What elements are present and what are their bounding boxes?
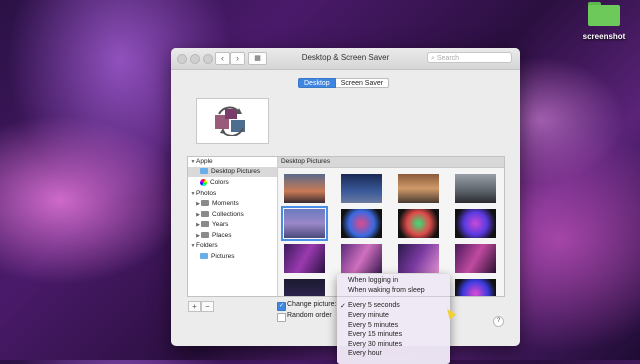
checkmark-icon: ✓	[340, 303, 346, 310]
menu-item-every-30-minutes[interactable]: Every 30 minutes	[348, 340, 402, 349]
sidebar-item-label: Collections	[212, 211, 244, 218]
wallpaper-thumbnail[interactable]	[398, 209, 439, 238]
sidebar-item-label: Folders	[196, 242, 218, 249]
menu-item-every-15-minutes[interactable]: Every 15 minutes	[348, 330, 402, 339]
desktop-folder-label: screenshot	[582, 32, 626, 41]
add-folder-button[interactable]: +	[188, 301, 201, 312]
desktop-preview	[196, 98, 269, 144]
random-order-checkbox[interactable]	[277, 313, 286, 322]
wallpaper-thumbnail[interactable]	[455, 279, 496, 296]
menu-item-every-hour[interactable]: Every hour	[348, 349, 382, 358]
sidebar-item-colors[interactable]: Colors	[200, 178, 229, 188]
sidebar-item-label: Apple	[196, 158, 213, 165]
album-icon	[201, 221, 209, 228]
sidebar-item-apple[interactable]: ▼Apple	[190, 157, 213, 167]
sidebar-item-collections[interactable]: ▶ Collections	[195, 210, 244, 220]
rotating-pictures-icon	[215, 106, 245, 136]
sidebar-item-folders[interactable]: ▼Folders	[190, 241, 218, 251]
sidebar-item-years[interactable]: ▶ Years	[195, 220, 228, 230]
sidebar-item-moments[interactable]: ▶ Moments	[195, 199, 239, 209]
folder-icon	[588, 2, 620, 26]
album-icon	[201, 232, 209, 239]
wallpaper-thumbnail[interactable]	[341, 209, 382, 238]
source-sidebar: ▼Apple Desktop Pictures Colors ▼Photos ▶…	[188, 157, 278, 296]
menu-item-every-minute[interactable]: Every minute	[348, 311, 389, 320]
change-picture-checkbox[interactable]: ✓	[277, 302, 286, 311]
sidebar-item-label: Photos	[196, 190, 217, 197]
source-buttons: + −	[188, 301, 214, 312]
album-icon	[201, 211, 209, 218]
desktop-folder[interactable]: screenshot	[578, 0, 630, 41]
sidebar-item-pictures[interactable]: Pictures	[200, 252, 234, 262]
sidebar-item-label: Years	[212, 221, 229, 228]
change-picture-label: Change picture:	[287, 301, 337, 308]
menu-item-every-5-minutes[interactable]: Every 5 minutes	[348, 321, 398, 330]
sidebar-item-places[interactable]: ▶ Places	[195, 231, 232, 241]
grid-header: Desktop Pictures	[278, 157, 504, 168]
wallpaper-thumbnail[interactable]	[455, 174, 496, 203]
wallpaper-thumbnail[interactable]	[341, 174, 382, 203]
wallpaper-thumbnail[interactable]	[455, 209, 496, 238]
wallpaper-thumbnail[interactable]	[398, 244, 439, 273]
interval-dropdown-menu: When logging in When waking from sleep ✓…	[337, 274, 450, 364]
wallpaper-thumbnail[interactable]	[341, 244, 382, 273]
album-icon	[201, 200, 209, 207]
menu-item-waking[interactable]: When waking from sleep	[348, 286, 425, 295]
color-wheel-icon	[200, 178, 207, 186]
sidebar-item-label: Pictures	[211, 253, 235, 260]
title-bar: ‹ › ▦ Desktop & Screen Saver ⌕ Search	[171, 48, 520, 70]
sidebar-item-photos[interactable]: ▼Photos	[190, 189, 217, 199]
help-button[interactable]: ?	[493, 316, 504, 327]
wallpaper-thumbnail[interactable]	[284, 174, 325, 203]
folder-icon	[200, 253, 208, 260]
sidebar-item-label: Colors	[210, 179, 229, 186]
wallpaper-thumbnail[interactable]	[284, 244, 325, 273]
tab-desktop[interactable]: Desktop	[298, 78, 336, 88]
folder-icon	[200, 168, 208, 175]
search-placeholder: Search	[436, 55, 460, 62]
tab-switcher: Desktop Screen Saver	[298, 78, 390, 88]
sidebar-item-label: Desktop Pictures	[211, 168, 261, 175]
wallpaper-thumbnail[interactable]	[398, 174, 439, 203]
search-input[interactable]: ⌕ Search	[427, 52, 512, 63]
wallpaper-thumbnail-selected[interactable]	[281, 206, 328, 241]
wallpaper-thumbnail[interactable]	[455, 244, 496, 273]
sidebar-item-label: Places	[212, 232, 232, 239]
sidebar-item-desktop-pictures[interactable]: Desktop Pictures	[188, 167, 277, 177]
menu-separator	[337, 296, 450, 297]
menu-item-every-5-seconds[interactable]: Every 5 seconds	[348, 301, 400, 310]
wallpaper-thumbnail[interactable]	[284, 279, 325, 296]
sidebar-item-label: Moments	[212, 200, 239, 207]
tab-screen-saver[interactable]: Screen Saver	[335, 78, 390, 88]
menu-item-logging-in[interactable]: When logging in	[348, 276, 398, 285]
random-order-label: Random order	[287, 312, 332, 319]
remove-folder-button[interactable]: −	[201, 301, 214, 312]
